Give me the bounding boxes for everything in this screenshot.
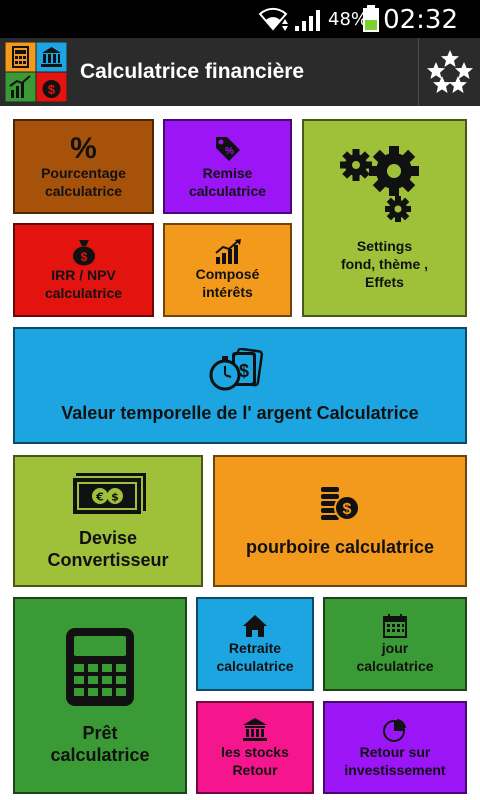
currency-notes-icon: € $ <box>68 471 148 519</box>
time-value-money-label: Valeur temporelle de l' argent Calculatr… <box>61 402 419 423</box>
bank-icon <box>242 717 268 743</box>
gears-icon <box>339 145 430 223</box>
svg-text:$: $ <box>48 82 56 97</box>
time-value-money-tile[interactable]: $ Valeur temporelle de l' argent Calcula… <box>13 327 467 444</box>
settings-tile[interactable]: Settings fond, thème , Effets <box>302 119 467 317</box>
compound-interest-tile[interactable]: Composé intérêts <box>163 223 292 317</box>
retirement-calculator-label: Retraite calculatrice <box>216 640 294 674</box>
roi-label: Retour sur investissement <box>344 743 446 778</box>
irr-npv-calculator-tile[interactable]: $ IRR / NPV calculatrice <box>13 223 154 317</box>
stock-return-tile[interactable]: les stocks Retour <box>196 701 314 794</box>
discount-calculator-label: Remise calculatrice <box>188 164 267 199</box>
percentage-calculator-tile[interactable]: % Pourcentage calculatrice <box>13 119 154 214</box>
app-title: Calculatrice financière <box>80 60 305 83</box>
svg-text:$: $ <box>343 501 352 518</box>
currency-converter-label: Devise Convertisseur <box>47 528 169 570</box>
loan-calculator-tile[interactable]: Prêt calculatrice <box>13 597 187 794</box>
day-calculator-tile[interactable]: jour calculatrice <box>323 597 467 691</box>
svg-text:%: % <box>225 146 234 157</box>
percentage-calculator-label: Pourcentage calculatrice <box>41 164 126 199</box>
rate-stars-button[interactable] <box>420 38 480 106</box>
percent-icon: % <box>70 131 97 165</box>
price-tag-icon: % <box>213 134 243 164</box>
stopwatch-money-icon: $ <box>208 347 272 394</box>
stock-return-label: les stocks Retour <box>221 743 289 778</box>
battery-icon <box>362 5 380 38</box>
currency-converter-tile[interactable]: € $ Devise Convertisseur <box>13 455 203 587</box>
return-on-investment-tile[interactable]: Retour sur investissement <box>323 701 467 794</box>
money-bag-icon: $ <box>71 238 97 266</box>
house-icon <box>242 613 268 639</box>
wifi-icon <box>258 5 288 38</box>
day-calculator-label: jour calculatrice <box>356 640 434 674</box>
app-logo-icon: $ <box>4 41 68 103</box>
calculator-icon <box>64 626 136 708</box>
retirement-calculator-tile[interactable]: Retraite calculatrice <box>196 597 314 691</box>
pie-chart-icon <box>382 717 408 743</box>
svg-text:$: $ <box>80 250 87 264</box>
clock: 02:32 <box>383 5 458 35</box>
tip-calculator-tile[interactable]: $ pourboire calculatrice <box>213 455 467 587</box>
discount-calculator-tile[interactable]: % Remise calculatrice <box>163 119 292 214</box>
stars-icon <box>427 50 473 93</box>
status-bar: 48% 02:32 <box>0 0 480 38</box>
settings-label: Settings fond, thème , Effets <box>340 238 429 290</box>
loan-calculator-label: Prêt calculatrice <box>50 722 150 765</box>
calendar-icon <box>382 613 408 639</box>
compound-interest-label: Composé intérêts <box>195 266 260 300</box>
svg-text:$: $ <box>239 361 249 381</box>
app-bar-divider <box>418 38 419 106</box>
tip-calculator-label: pourboire calculatrice <box>245 537 435 557</box>
coins-icon: $ <box>317 484 363 526</box>
signal-icon <box>294 6 324 37</box>
irr-npv-calculator-label: IRR / NPV calculatrice <box>44 267 123 301</box>
growth-chart-icon <box>214 239 242 265</box>
svg-text:$: $ <box>111 491 119 504</box>
svg-text:€: € <box>95 491 104 504</box>
